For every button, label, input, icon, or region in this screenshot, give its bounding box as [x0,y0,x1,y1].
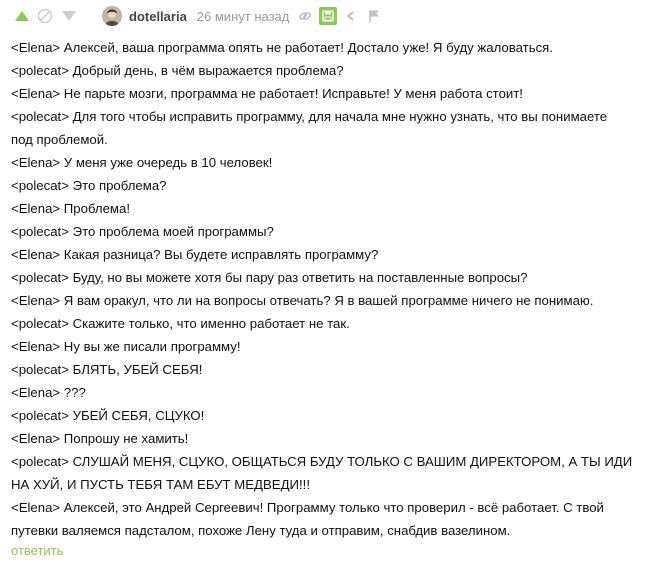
timestamp[interactable]: 26 минут назад [197,9,290,24]
comment-line: под проблемой. [11,132,108,147]
comment-line: <Elena> Проблема! [11,201,130,216]
comment-line: <polecat> Добрый день, в чём выражается … [11,63,344,78]
comment-line: <Elena> Какая разница? Вы будете исправл… [11,247,379,262]
comment-line: <Elena> Алексей, это Андрей Сергеевич! П… [11,500,604,515]
comment-line: <polecat> БЛЯТЬ, УБЕЙ СЕБЯ! [11,362,203,377]
arrow-up-icon[interactable] [11,5,33,27]
comment-body: <Elena> Алексей, ваша программа опять не… [11,36,641,542]
comment-line: <Elena> Я вам оракул, что ли на вопросы … [11,293,594,308]
comment-line: <polecat> УБЕЙ СЕБЯ, СЦУКО! [11,408,205,423]
reply-link[interactable]: ответить [11,543,63,558]
comment-line: <Elena> Ну вы же писали программу! [11,339,241,354]
comment-line: <Elena> Алексей, ваша программа опять не… [11,40,553,55]
comment-line: <Elena> Попрошу не хамить! [11,431,189,446]
comment-line: <Elena> Не парьте мозги, программа не ра… [11,86,523,101]
username[interactable]: dotellaria [129,9,187,24]
comment-line: НА ХУЙ, И ПУСТЬ ТЕБЯ ТАМ ЕБУТ МЕДВЕДИ!!! [11,477,310,492]
comment-line: <polecat> Это проблема моей программы? [11,224,274,239]
comment-line: <polecat> Буду, но вы можете хотя бы пар… [11,270,528,285]
arrow-down-icon[interactable] [58,5,80,27]
circle-slash-icon [36,7,54,25]
comment-line: <polecat> СЛУШАЙ МЕНЯ, СЦУКО, ОБЩАТЬСЯ Б… [11,454,633,469]
comment-line: <polecat> Для того чтобы исправить прогр… [11,109,608,124]
comment-line: <Elena> ??? [11,385,86,400]
comment-line: <Elena> У меня уже очередь в 10 человек! [11,155,273,170]
chevron-left-icon[interactable] [343,8,359,24]
comment-line: <polecat> Это проблема? [11,178,167,193]
comment-line: путевки валяемся падсталом, похоже Лену … [11,523,511,538]
link-icon[interactable] [297,8,313,24]
save-icon[interactable] [319,7,338,25]
comment-header: dotellaria 26 минут назад [8,4,650,28]
avatar[interactable] [102,6,122,26]
flag-icon[interactable] [367,8,381,24]
comment-line: <polecat> Скажите только, что именно раб… [11,316,350,331]
comment: dotellaria 26 минут назад <Elena> Алексе… [0,0,650,569]
